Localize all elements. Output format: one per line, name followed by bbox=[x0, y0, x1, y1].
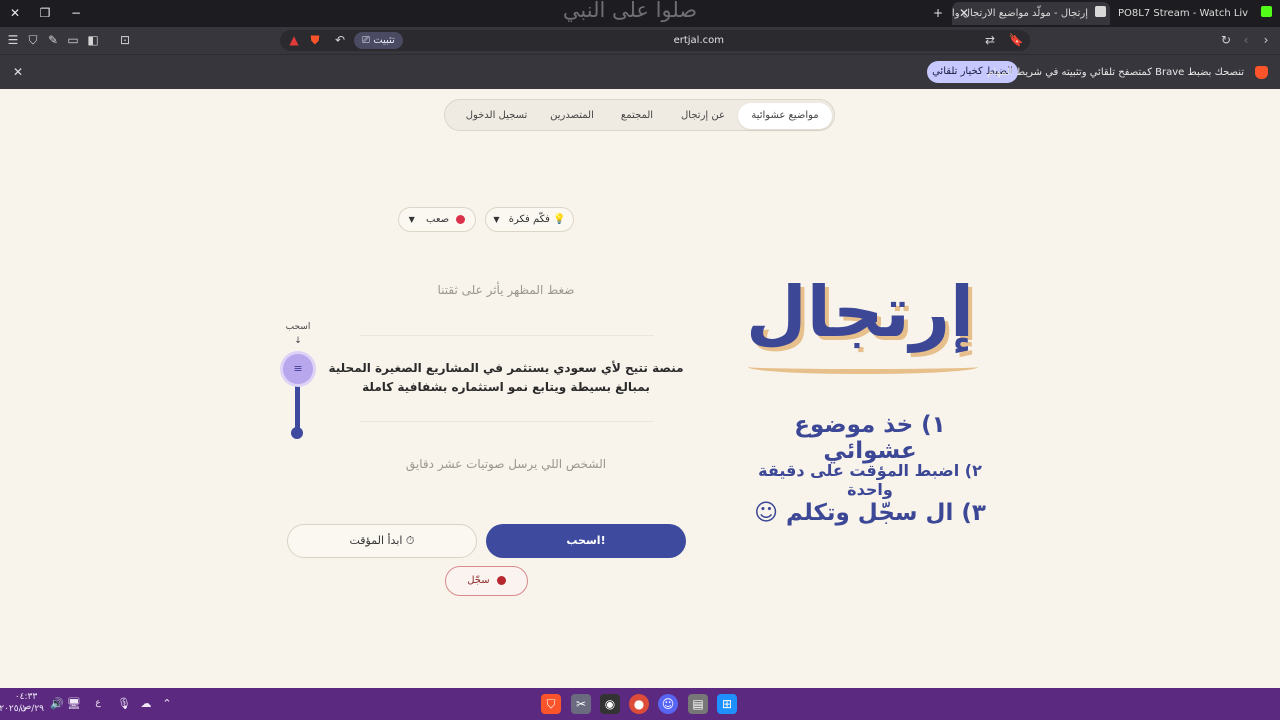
install-label: تثبيت bbox=[373, 35, 395, 46]
snipping-tool-icon[interactable]: ✂ bbox=[571, 694, 591, 714]
hero-step-1: ١) خذ موضوع عشوائي bbox=[794, 412, 946, 464]
lever-label: اسحب bbox=[285, 322, 311, 332]
tab-kick-stream[interactable]: PO8L7 Stream - Watch Live on Kick bbox=[1118, 2, 1248, 25]
speaker-icon[interactable]: 🔊 bbox=[49, 696, 65, 712]
chevron-down-icon: ▼ bbox=[493, 215, 500, 224]
next-topic: الشخص اللي يرسل صوتيات عشر دقايق bbox=[405, 457, 607, 471]
back-icon[interactable]: › bbox=[1258, 32, 1274, 48]
previous-topic: ضغط المظهر يأثر على ثقتنا bbox=[437, 283, 575, 297]
infobar-close-icon[interactable]: ✕ bbox=[10, 64, 26, 80]
default-browser-infobar: ✕ الضبط كخيار تلقائي تنصحك بضبط Brave كم… bbox=[0, 54, 1280, 89]
hero-swoosh bbox=[748, 360, 978, 374]
window-restore-icon[interactable]: ❐ bbox=[35, 4, 55, 22]
lever-base bbox=[291, 427, 303, 439]
lever-handle[interactable]: ≡ bbox=[283, 354, 313, 384]
network-icon[interactable]: 🖥 bbox=[66, 696, 82, 712]
bookmark-icon[interactable]: 🔖 bbox=[1008, 32, 1024, 48]
screenshot-icon[interactable]: ⊡ bbox=[117, 32, 133, 48]
windows-start-icon[interactable]: ⊞ bbox=[717, 694, 737, 714]
record-dot-icon bbox=[496, 575, 506, 585]
hero-logo-title: إرتجال bbox=[745, 271, 975, 353]
category-label: فكّم فكرة bbox=[508, 214, 550, 225]
address-bar[interactable]: ▲ ⛊ ↶ تثبيت ⎚ ertjal.com ⇄ 🔖 bbox=[280, 30, 1030, 51]
ertjal-favicon-icon bbox=[1095, 6, 1106, 17]
microphone-icon[interactable]: 🎙 bbox=[116, 696, 132, 712]
window-minimize-icon[interactable]: − bbox=[66, 4, 86, 22]
wheel-divider bbox=[360, 335, 654, 336]
kick-favicon-icon bbox=[1261, 6, 1272, 17]
brave-shields-icon[interactable]: ⛊ bbox=[307, 32, 323, 48]
language-indicator[interactable]: ع bbox=[92, 698, 104, 708]
brave-app-icon[interactable]: ⛉ bbox=[541, 694, 561, 714]
new-tab-icon[interactable]: + bbox=[928, 4, 948, 22]
browser-titlebar: ✕ ❐ − صلوا على النبي + إرتجال - مولّد مو… bbox=[0, 0, 1280, 27]
windows-taskbar: ٠٤:٣٣ ص ٢٠٢٥/١٠/٢٩ 🔊 🖥 ع 🎙 ☁ ⌃ ⛉ ✂ ◉ ● ☺… bbox=[0, 688, 1280, 720]
record-label: سجّل bbox=[467, 575, 490, 586]
sidebar-icon[interactable]: ◧ bbox=[85, 32, 101, 48]
url-text[interactable]: ertjal.com bbox=[674, 30, 724, 51]
chevron-down-icon: ▼ bbox=[408, 215, 415, 224]
record-button[interactable]: سجّل bbox=[445, 566, 528, 596]
shield-icon[interactable]: ⛉ bbox=[25, 32, 41, 48]
nav-about[interactable]: عن إرتجال bbox=[669, 103, 737, 129]
site-settings-icon[interactable]: ⇄ bbox=[982, 32, 998, 48]
desktop-watermark-text: صلوا على النبي bbox=[562, 0, 698, 22]
chevron-up-icon[interactable]: ⌃ bbox=[159, 696, 175, 712]
arrow-down-icon: ↓ bbox=[294, 336, 302, 346]
grip-icon: ≡ bbox=[293, 362, 303, 375]
share-icon[interactable]: ↶ bbox=[332, 32, 348, 48]
chrome-app-icon[interactable]: ● bbox=[629, 694, 649, 714]
wheel-divider bbox=[360, 421, 654, 422]
clock-date[interactable]: ٢٠٢٥/١٠/٢٩ bbox=[0, 704, 44, 714]
start-timer-button[interactable]: ⏱ ابدأ المؤقت bbox=[287, 524, 477, 558]
lightbulb-icon: 💡 bbox=[553, 214, 566, 225]
category-select[interactable]: 💡 فكّم فكرة ▼ bbox=[485, 207, 574, 232]
menu-icon[interactable]: ☰ bbox=[5, 32, 21, 48]
nav-community[interactable]: المجتمع bbox=[605, 103, 669, 129]
wallet-icon[interactable]: ▭ bbox=[65, 32, 81, 48]
hero-step-3: ٣) ال سجّل وتكلم ☺ bbox=[754, 500, 986, 526]
hero-step-2: ٢) اضبط المؤقت على دقيقة واحدة bbox=[758, 461, 982, 499]
extensions-icon[interactable]: ✎ bbox=[45, 32, 61, 48]
discord-app-icon[interactable]: ☺ bbox=[658, 694, 678, 714]
onedrive-icon[interactable]: ☁ bbox=[138, 696, 154, 712]
infobar-message: تنصحك بضبط Brave كمتصفح تلقائي وتثبيته ف… bbox=[987, 67, 1244, 78]
tab-title: PO8L7 Stream - Watch Live on Kick bbox=[1118, 8, 1248, 19]
difficulty-dot-icon bbox=[456, 214, 466, 224]
pull-button[interactable]: !اسحب bbox=[486, 524, 686, 558]
close-tab-icon[interactable]: ✕ bbox=[954, 4, 974, 22]
reload-icon[interactable]: ↻ bbox=[1218, 32, 1234, 48]
brave-logo-icon bbox=[1255, 66, 1268, 79]
difficulty-select[interactable]: صعب ▼ bbox=[398, 207, 476, 232]
window-close-icon[interactable]: ✕ bbox=[5, 4, 25, 22]
top-nav: مواضيع عشوائية عن إرتجال المجتمع المتصدر… bbox=[444, 99, 835, 131]
nav-leaderboard[interactable]: المتصدرين bbox=[538, 103, 606, 129]
forward-icon: ‹ bbox=[1243, 33, 1249, 47]
nav-login[interactable]: تسجيل الدخول bbox=[455, 103, 538, 129]
current-topic: منصة تتيح لأي سعودي يستثمر في المشاريع ا… bbox=[328, 361, 684, 394]
difficulty-label: صعب bbox=[426, 214, 450, 225]
file-explorer-icon[interactable]: ▤ bbox=[688, 694, 708, 714]
brave-rewards-icon[interactable]: ▲ bbox=[286, 32, 302, 48]
nav-random-topics[interactable]: مواضيع عشوائية bbox=[738, 103, 832, 129]
tab-ertjal[interactable]: إرتجال - مولّد مواضيع الارتجال والك bbox=[952, 2, 1110, 25]
lever-track bbox=[295, 383, 300, 433]
browser-toolbar: ☰ ⛉ ✎ ▭ ◧ ⊡ ▲ ⛊ ↶ تثبيت ⎚ ertjal.com ⇄ 🔖… bbox=[0, 27, 1280, 54]
install-app-button[interactable]: تثبيت ⎚ bbox=[354, 32, 403, 49]
obs-app-icon[interactable]: ◉ bbox=[600, 694, 620, 714]
ertjal-page: مواضيع عشوائية عن إرتجال المجتمع المتصدر… bbox=[0, 89, 1280, 688]
